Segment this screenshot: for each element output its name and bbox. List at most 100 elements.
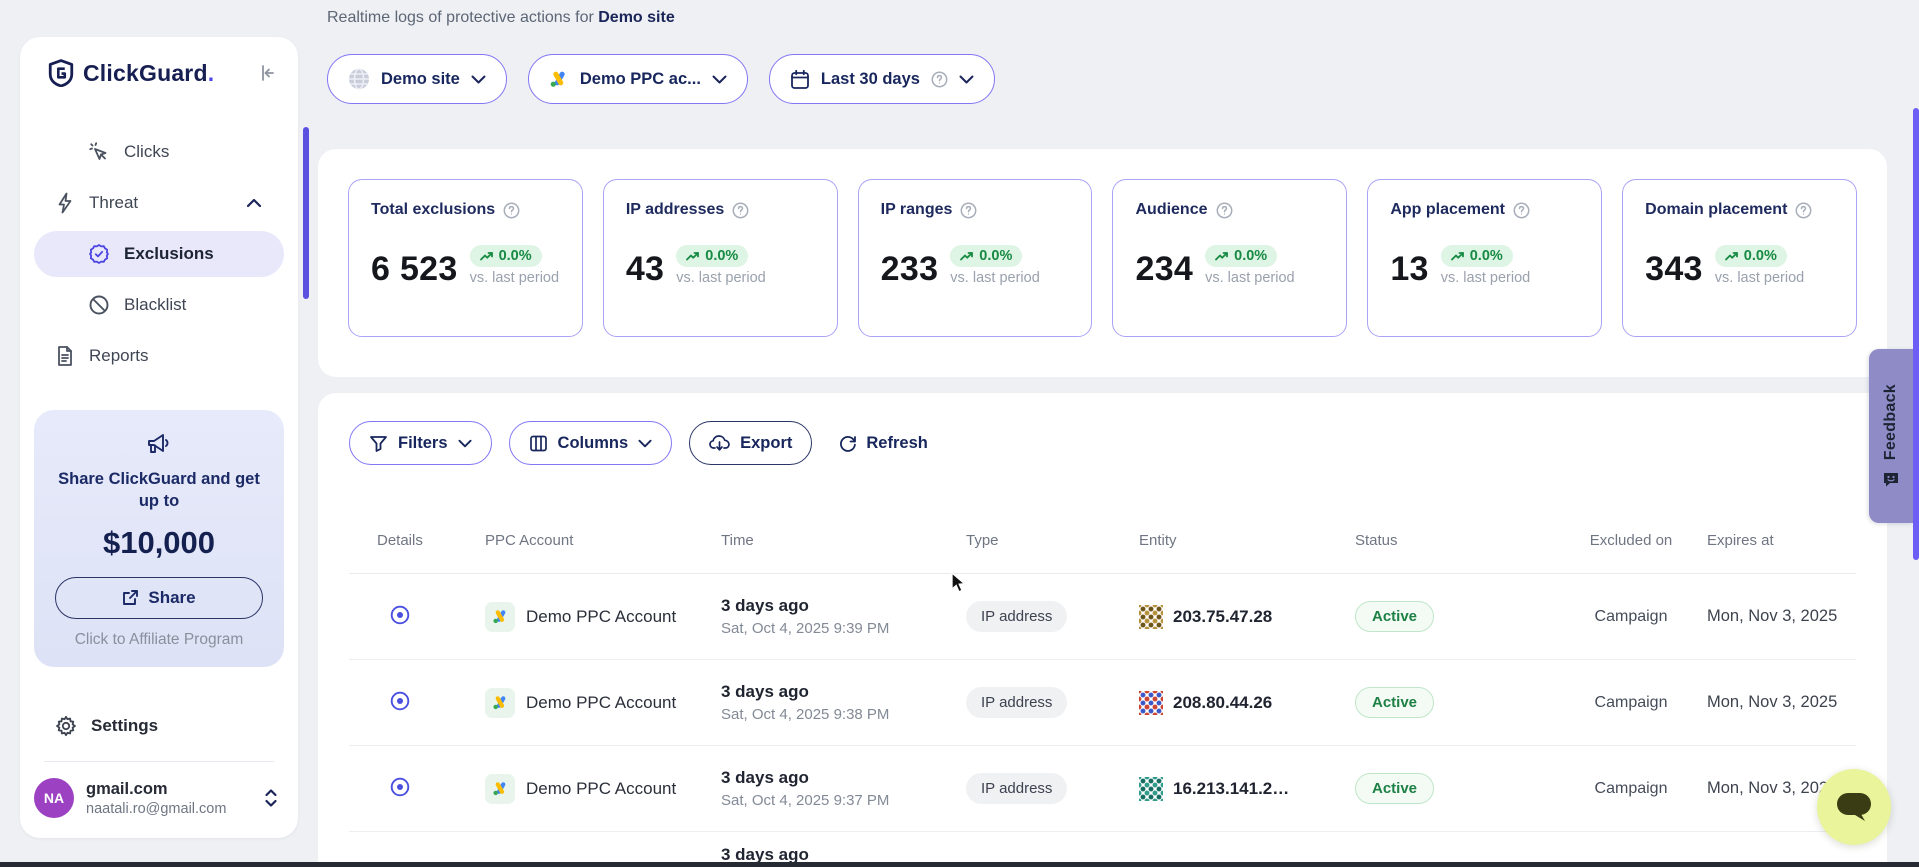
stat-value: 43 bbox=[626, 252, 664, 286]
view-details-eye-icon[interactable] bbox=[387, 774, 413, 800]
affiliate-promo-card: Share ClickGuard and get up to $10,000 S… bbox=[34, 410, 284, 667]
stat-value: 6 523 bbox=[371, 252, 458, 286]
ppc-account-name: Demo PPC Account bbox=[526, 693, 676, 713]
status-badge: Active bbox=[1355, 687, 1434, 718]
column-header-entity: Entity bbox=[1139, 532, 1355, 549]
refresh-label: Refresh bbox=[866, 434, 927, 453]
change-badge: 0.0% bbox=[1441, 245, 1513, 267]
google-ads-icon bbox=[485, 774, 515, 804]
sidebar-collapse-icon[interactable] bbox=[258, 64, 276, 82]
bottom-edge-strip bbox=[0, 862, 1919, 867]
sidebar-item-clicks[interactable]: Clicks bbox=[34, 129, 284, 175]
sidebar-divider bbox=[44, 761, 274, 762]
change-badge: 0.0% bbox=[950, 245, 1022, 267]
export-button[interactable]: Export bbox=[689, 421, 812, 465]
stat-ip-ranges: IP ranges 233 0.0% vs. last period bbox=[858, 179, 1093, 337]
trend-up-icon bbox=[1725, 251, 1739, 262]
refresh-icon bbox=[839, 434, 857, 452]
gear-icon bbox=[55, 715, 77, 737]
help-circle-icon[interactable] bbox=[960, 202, 977, 219]
account-switcher[interactable]: NA gmail.com naatali.ro@gmail.com bbox=[20, 774, 298, 822]
cursor-click-icon bbox=[88, 141, 110, 163]
calendar-icon bbox=[790, 69, 810, 90]
time-full: Sat, Oct 4, 2025 9:38 PM bbox=[721, 706, 966, 723]
type-badge: IP address bbox=[966, 601, 1067, 632]
user-name: gmail.com bbox=[86, 780, 226, 799]
time-relative: 3 days ago bbox=[721, 596, 966, 616]
expires-at-value: Mon, Nov 3, 2025 bbox=[1707, 693, 1856, 712]
columns-dropdown[interactable]: Columns bbox=[509, 421, 673, 465]
entity-identicon bbox=[1139, 777, 1163, 801]
share-button[interactable]: Share bbox=[55, 577, 263, 619]
help-circle-icon[interactable] bbox=[1216, 202, 1233, 219]
lightning-icon bbox=[55, 192, 75, 214]
type-badge: IP address bbox=[966, 773, 1067, 804]
columns-label: Columns bbox=[558, 434, 629, 453]
compare-label: vs. last period bbox=[676, 270, 765, 286]
stat-title: IP addresses bbox=[626, 201, 724, 219]
sidebar-item-settings[interactable]: Settings bbox=[20, 705, 298, 747]
help-circle-icon[interactable] bbox=[931, 71, 948, 88]
change-badge: 0.0% bbox=[1715, 245, 1787, 267]
time-full: Sat, Oct 4, 2025 9:39 PM bbox=[721, 620, 966, 637]
date-range-value: Last 30 days bbox=[821, 70, 920, 89]
chevron-down-icon bbox=[959, 75, 974, 84]
entity-identicon bbox=[1139, 691, 1163, 715]
time-relative: 3 days ago bbox=[721, 768, 966, 788]
sidebar-nav: Clicks Threat Exclusions bbox=[20, 129, 298, 384]
view-details-eye-icon[interactable] bbox=[387, 602, 413, 628]
selector-row: Demo site Demo PPC ac... bbox=[327, 54, 1887, 104]
entity-value: 208.80.44.26 bbox=[1173, 693, 1272, 713]
change-badge: 0.0% bbox=[676, 245, 748, 267]
trend-up-icon bbox=[686, 251, 700, 262]
chevron-up-icon bbox=[246, 198, 262, 208]
page-scrollbar-thumb[interactable] bbox=[1913, 108, 1919, 560]
feedback-label: Feedback bbox=[1882, 384, 1900, 460]
ppc-account-name: Demo PPC Account bbox=[526, 607, 676, 627]
column-header-details: Details bbox=[349, 532, 485, 549]
help-circle-icon[interactable] bbox=[732, 202, 749, 219]
stat-app-placement: App placement 13 0.0% vs. last period bbox=[1367, 179, 1602, 337]
entity-value: 203.75.47.28 bbox=[1173, 607, 1272, 627]
sidebar-scrollbar[interactable] bbox=[303, 127, 309, 299]
sidebar-item-label: Exclusions bbox=[124, 244, 214, 264]
subtitle-site-name: Demo site bbox=[598, 9, 674, 26]
feedback-tab[interactable]: Feedback bbox=[1869, 349, 1913, 523]
expires-at-value: Mon, Nov 3, 2025 bbox=[1707, 607, 1856, 626]
globe-icon bbox=[348, 68, 370, 90]
exclusions-table-card: Filters Columns bbox=[318, 393, 1887, 867]
cloud-download-icon bbox=[709, 434, 730, 452]
document-icon bbox=[55, 345, 75, 367]
sidebar-item-exclusions[interactable]: Exclusions bbox=[34, 231, 284, 277]
google-ads-icon bbox=[485, 688, 515, 718]
date-range-dropdown[interactable]: Last 30 days bbox=[769, 54, 995, 104]
ppc-account-selector-value: Demo PPC ac... bbox=[580, 70, 701, 89]
filters-dropdown[interactable]: Filters bbox=[349, 421, 492, 465]
refresh-button[interactable]: Refresh bbox=[839, 434, 927, 453]
page-subtitle: Realtime logs of protective actions for … bbox=[327, 9, 1887, 27]
ppc-account-selector-dropdown[interactable]: Demo PPC ac... bbox=[528, 54, 748, 104]
stat-total-exclusions: Total exclusions 6 523 0.0% vs. last per… bbox=[348, 179, 583, 337]
view-details-eye-icon[interactable] bbox=[387, 688, 413, 714]
stat-title: Total exclusions bbox=[371, 201, 495, 219]
time-full: Sat, Oct 4, 2025 9:37 PM bbox=[721, 792, 966, 809]
sidebar-item-threat[interactable]: Threat bbox=[34, 180, 284, 226]
stat-value: 13 bbox=[1390, 252, 1428, 286]
badge-check-icon bbox=[88, 243, 110, 265]
sidebar-item-label: Clicks bbox=[124, 142, 169, 162]
sidebar-item-blacklist[interactable]: Blacklist bbox=[34, 282, 284, 328]
change-badge: 0.0% bbox=[1205, 245, 1277, 267]
column-header-status: Status bbox=[1355, 532, 1555, 549]
column-header-expires-at: Expires at bbox=[1707, 532, 1856, 549]
stat-ip-addresses: IP addresses 43 0.0% vs. last period bbox=[603, 179, 838, 337]
help-circle-icon[interactable] bbox=[503, 202, 520, 219]
sidebar-item-reports[interactable]: Reports bbox=[34, 333, 284, 379]
user-email: naatali.ro@gmail.com bbox=[86, 801, 226, 817]
affiliate-program-link[interactable]: Click to Affiliate Program bbox=[50, 631, 268, 649]
help-circle-icon[interactable] bbox=[1795, 202, 1812, 219]
compare-label: vs. last period bbox=[470, 270, 559, 286]
site-selector-dropdown[interactable]: Demo site bbox=[327, 54, 507, 104]
help-circle-icon[interactable] bbox=[1513, 202, 1530, 219]
chat-widget-button[interactable] bbox=[1817, 769, 1891, 845]
status-badge: Active bbox=[1355, 601, 1434, 632]
